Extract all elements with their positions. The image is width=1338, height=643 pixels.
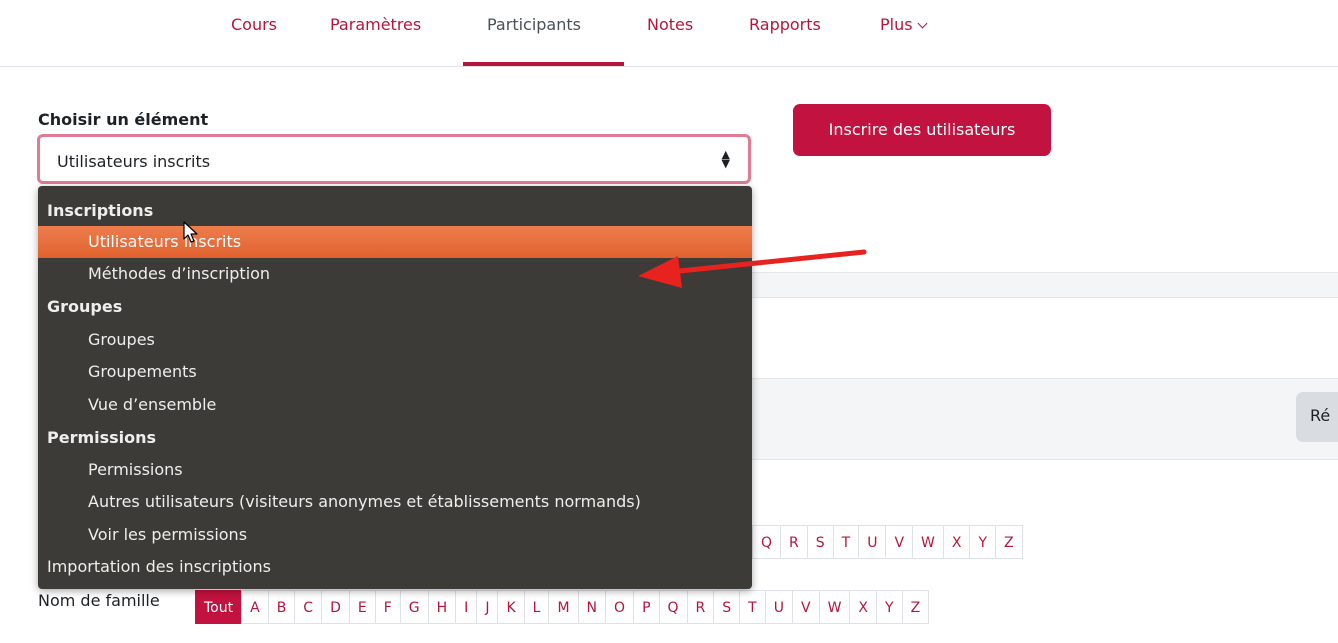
lastname-initial-r[interactable]: R <box>686 590 715 624</box>
lastname-initial-w[interactable]: W <box>818 590 851 624</box>
lastname-initial-tout[interactable]: Tout <box>195 590 243 624</box>
chevron-down-icon <box>917 18 928 29</box>
lastname-initial-n[interactable]: N <box>577 590 607 624</box>
page-selector[interactable]: Utilisateurs inscrits ▲ ▼ <box>37 134 751 184</box>
selector-value: Utilisateurs inscrits <box>57 152 211 171</box>
lastname-initial-m[interactable]: M <box>548 590 579 624</box>
firstname-initial-r[interactable]: R <box>780 525 808 559</box>
lastname-initial-d[interactable]: D <box>321 590 350 624</box>
firstname-initial-v[interactable]: V <box>885 525 914 559</box>
lastname-initial-b[interactable]: B <box>267 590 296 624</box>
option-groupements[interactable]: Groupements <box>38 356 752 388</box>
lastname-initial-y[interactable]: Y <box>876 590 903 624</box>
firstname-initial-x[interactable]: X <box>942 525 971 559</box>
lastname-initial-g[interactable]: G <box>399 590 429 624</box>
lastname-initial-c[interactable]: C <box>294 590 323 624</box>
lastname-initial-i[interactable]: I <box>455 590 478 624</box>
nav-tab-parametres[interactable]: Paramètres <box>330 15 421 34</box>
optgroup-inscriptions: Inscriptions <box>47 201 154 220</box>
lastname-initial-z[interactable]: Z <box>901 590 930 624</box>
option-permissions[interactable]: Permissions <box>38 454 752 486</box>
nav-tab-notes[interactable]: Notes <box>647 15 693 34</box>
enrol-users-button[interactable]: Inscrire des utilisateurs <box>793 104 1051 156</box>
firstname-initial-q[interactable]: Q <box>752 525 782 559</box>
option-autres-utilisateurs[interactable]: Autres utilisateurs (visiteurs anonymes … <box>38 486 752 518</box>
reset-button[interactable]: Ré <box>1296 392 1338 442</box>
lastname-initial-f[interactable]: F <box>374 590 401 624</box>
lastname-initial-t[interactable]: T <box>739 590 766 624</box>
firstname-initial-z[interactable]: Z <box>995 525 1023 559</box>
nav-tab-cours[interactable]: Cours <box>231 15 277 34</box>
mouse-pointer-icon <box>183 221 198 243</box>
select-arrows-icon: ▲ ▼ <box>721 148 730 170</box>
nav-tab-participants[interactable]: Participants <box>487 15 581 34</box>
firstname-initials-bar: QRSTUVWXYZ <box>752 525 1023 559</box>
lastname-initial-l[interactable]: L <box>523 590 550 624</box>
nav-tab-plus[interactable]: Plus <box>880 15 928 34</box>
lastname-initial-q[interactable]: Q <box>658 590 688 624</box>
lastname-initials-bar: Tout A B C D E F G H I J K L M N O P Q R S T U V W X Y Z <box>195 590 930 624</box>
firstname-initial-y[interactable]: Y <box>969 525 997 559</box>
lastname-initial-x[interactable]: X <box>849 590 877 624</box>
lastname-initial-o[interactable]: O <box>605 590 635 624</box>
active-tab-indicator <box>463 62 624 66</box>
firstname-initial-s[interactable]: S <box>806 525 834 559</box>
lastname-initial-a[interactable]: A <box>241 590 269 624</box>
firstname-initial-t[interactable]: T <box>832 525 860 559</box>
lastname-initial-v[interactable]: V <box>791 590 820 624</box>
lastname-initial-k[interactable]: K <box>497 590 525 624</box>
nav-tab-rapports[interactable]: Rapports <box>749 15 821 34</box>
option-groupes[interactable]: Groupes <box>38 324 752 356</box>
option-importation-inscriptions[interactable]: Importation des inscriptions <box>38 551 752 583</box>
firstname-initial-u[interactable]: U <box>858 525 887 559</box>
lastname-initial-j[interactable]: J <box>476 590 499 624</box>
red-annotation-arrow-icon <box>638 249 867 288</box>
lastname-initial-u[interactable]: U <box>764 590 793 624</box>
optgroup-permissions: Permissions <box>47 428 157 447</box>
selector-label: Choisir un élément <box>38 110 209 129</box>
option-vue-ensemble[interactable]: Vue d’ensemble <box>38 389 752 421</box>
firstname-initial-w[interactable]: W <box>912 525 944 559</box>
lastname-filter-label: Nom de famille <box>38 591 160 610</box>
secondary-navigation: Cours Paramètres Participants Notes Rapp… <box>0 0 1338 67</box>
background-filter-panel <box>752 378 1338 460</box>
lastname-initial-p[interactable]: P <box>633 590 660 624</box>
option-voir-permissions[interactable]: Voir les permissions <box>38 519 752 551</box>
lastname-initial-e[interactable]: E <box>348 590 376 624</box>
lastname-initial-h[interactable]: H <box>427 590 457 624</box>
nav-plus-label: Plus <box>880 15 913 34</box>
lastname-initial-s[interactable]: S <box>713 590 741 624</box>
